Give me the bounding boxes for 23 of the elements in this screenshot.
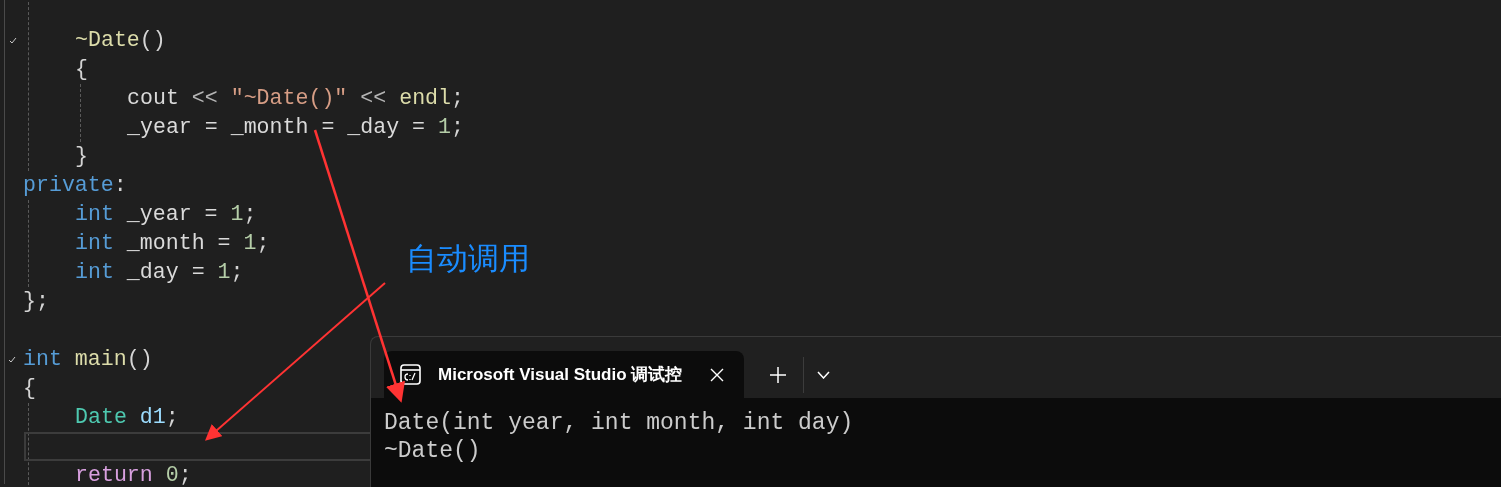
code-line: return 0; [75, 463, 192, 487]
code-line: _year = _month = _day = 1; [127, 115, 464, 139]
close-icon[interactable] [710, 367, 724, 382]
code-line: int main() [23, 347, 153, 371]
code-line: { [75, 57, 88, 81]
dropdown-icon[interactable] [817, 370, 830, 379]
tab-title: Microsoft Visual Studio 调试控 [438, 363, 683, 386]
code-line: private: [23, 173, 127, 197]
code-line: int _month = 1; [75, 231, 270, 255]
new-tab-icon[interactable] [770, 366, 786, 383]
console-icon [400, 364, 421, 385]
output-line: ~Date() [384, 437, 481, 465]
annotation-label: 自动调用 [406, 240, 530, 278]
terminal-tab[interactable]: Microsoft Visual Studio 调试控 [384, 351, 744, 398]
code-line: ~Date() [75, 28, 166, 52]
code-line: Date d1; [75, 405, 179, 429]
code-line: int _day = 1; [75, 260, 244, 284]
code-line: }; [23, 289, 49, 313]
code-line: int _year = 1; [75, 202, 257, 226]
code-line: { [23, 376, 36, 400]
code-line: cout << "~Date()" << endl; [127, 86, 464, 110]
code-line: } [75, 144, 88, 168]
output-line: Date(int year, int month, int day) [384, 409, 854, 437]
